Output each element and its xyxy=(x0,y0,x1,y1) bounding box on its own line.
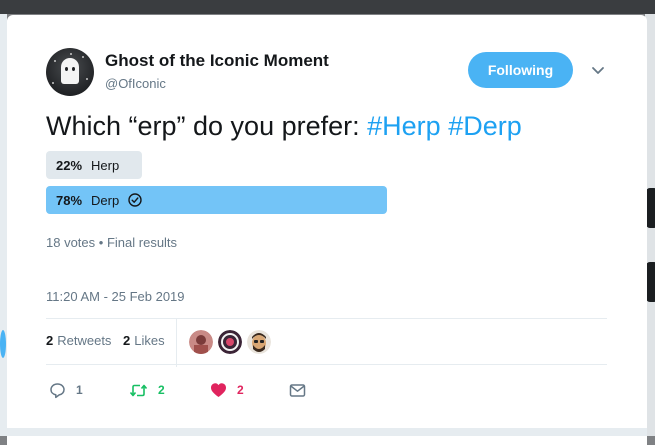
reply-count: 1 xyxy=(76,383,83,397)
background-left-column xyxy=(0,14,7,436)
retweet-count: 2 xyxy=(158,383,165,397)
ghost-icon xyxy=(61,58,79,84)
liker-avatar[interactable] xyxy=(189,330,213,354)
retweets-count: 2 xyxy=(46,333,54,348)
tweet-body: Which “erp” do you prefer: xyxy=(46,111,360,141)
divider xyxy=(46,318,607,319)
direct-message-action[interactable] xyxy=(289,381,306,399)
like-action[interactable]: 2 xyxy=(210,381,244,399)
heart-icon xyxy=(211,383,226,397)
hashtag-link[interactable]: #Herp xyxy=(367,111,441,141)
poll-option-derp: 78% Derp xyxy=(46,186,483,214)
chevron-down-icon[interactable] xyxy=(590,63,606,79)
author-name[interactable]: Ghost of the Iconic Moment xyxy=(105,51,329,71)
divider xyxy=(176,319,177,367)
retweets-label: Retweets xyxy=(57,333,112,348)
retweet-action[interactable]: 2 xyxy=(129,381,165,399)
tweet-timestamp[interactable]: 11:20 AM - 25 Feb 2019 xyxy=(46,289,185,304)
retweet-icon xyxy=(129,384,148,396)
background-header xyxy=(0,0,655,14)
message-icon xyxy=(289,383,306,397)
poll-option-label: Herp xyxy=(91,157,120,173)
like-count: 2 xyxy=(237,383,244,397)
poll-percent: 78% xyxy=(56,192,83,208)
liker-avatar[interactable] xyxy=(247,330,271,354)
author-avatar[interactable] xyxy=(46,48,94,96)
likes-count: 2 xyxy=(123,333,131,348)
background-footer xyxy=(7,428,647,436)
author-handle[interactable]: @OfIconic xyxy=(105,76,166,91)
background-avatar xyxy=(0,330,6,358)
retweets-stat[interactable]: 2 Retweets xyxy=(46,333,111,348)
liker-avatar[interactable] xyxy=(218,330,242,354)
reply-icon xyxy=(50,382,65,398)
poll-votes: 18 votes xyxy=(46,235,96,250)
background-avatar xyxy=(646,188,655,228)
poll-percent: 22% xyxy=(56,157,83,173)
tweet-card: Ghost of the Iconic Moment @OfIconic Fol… xyxy=(7,15,647,445)
poll-status: Final results xyxy=(106,235,178,250)
divider xyxy=(46,364,607,365)
tweet-text: Which “erp” do you prefer: #Herp #Derp xyxy=(46,111,522,142)
poll-separator: • xyxy=(98,235,104,250)
reply-action[interactable]: 1 xyxy=(49,381,83,399)
background-avatar xyxy=(646,262,655,302)
following-button[interactable]: Following xyxy=(468,52,573,88)
poll-option-label: Derp xyxy=(91,192,120,208)
poll-meta: 18 votes • Final results xyxy=(46,235,177,250)
poll-option-herp: 22% Herp xyxy=(46,151,483,179)
check-circle-icon xyxy=(128,193,142,207)
hashtag-link[interactable]: #Derp xyxy=(448,111,522,141)
likes-label: Likes xyxy=(134,333,165,348)
likes-stat[interactable]: 2 Likes xyxy=(123,333,165,348)
